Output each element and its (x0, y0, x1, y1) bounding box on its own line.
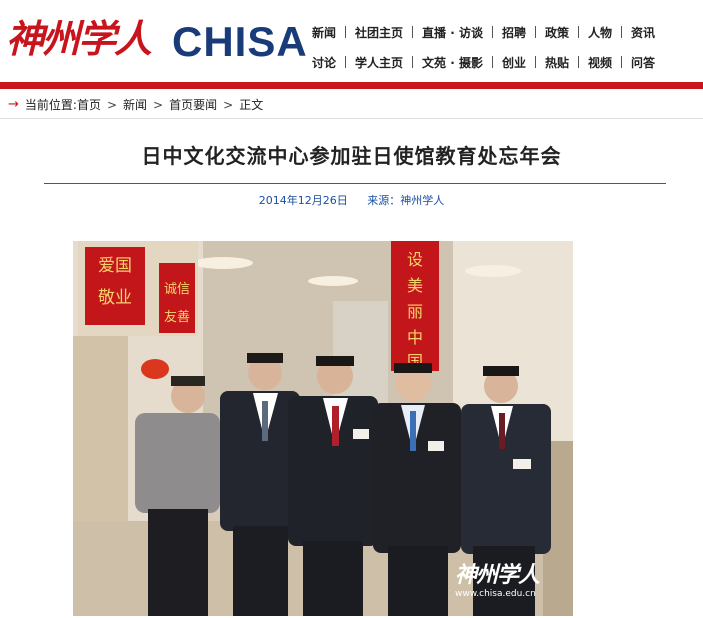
watermark-url: www.chisa.edu.cn (455, 589, 536, 599)
header-red-bar (0, 82, 703, 89)
nav-item-discussion[interactable]: 讨论 (312, 54, 336, 71)
nav-item-people[interactable]: 人物 (588, 24, 612, 41)
watermark-logo: 神州学人 (455, 562, 540, 588)
nav-item-literature-photo[interactable]: 文苑 · 摄影 (422, 54, 483, 71)
banner-text: 爱国 (98, 256, 132, 276)
breadcrumb-home[interactable]: 首页 (77, 96, 101, 113)
chevron-right-icon: > (153, 97, 164, 112)
nav-row-1: 新闻 社团主页 直播 · 访谈 招聘 政策 人物 资讯 (312, 20, 700, 44)
banner-text: 诚信 (164, 282, 190, 297)
photo-watermark: 神州学人 www.chisa.edu.cn (455, 557, 540, 599)
nav-item-startup[interactable]: 创业 (502, 54, 526, 71)
main-nav: 新闻 社团主页 直播 · 访谈 招聘 政策 人物 资讯 讨论 学人主页 文苑 ·… (312, 20, 700, 80)
breadcrumb-current: 正文 (239, 98, 264, 112)
nav-divider (534, 26, 536, 38)
nav-divider (534, 56, 536, 68)
nav-divider (412, 56, 414, 68)
breadcrumb-label: 当前位置: (24, 98, 77, 112)
nav-item-club-home[interactable]: 社团主页 (355, 24, 403, 41)
article-meta: 2014年12月26日 来源：神州学人 (0, 192, 703, 208)
nav-divider (491, 26, 493, 38)
nav-item-info[interactable]: 资讯 (631, 24, 655, 41)
nav-divider (621, 26, 622, 38)
article-date: 2014年12月26日 (258, 194, 348, 207)
breadcrumb: → 当前位置: 首页 > 新闻 > 首页要闻 > 正文 (8, 96, 263, 113)
breadcrumb-headlines[interactable]: 首页要闻 (169, 96, 217, 113)
nav-divider (345, 56, 347, 68)
banner-text: 敬业 (98, 288, 132, 308)
nav-divider (577, 56, 579, 68)
nav-divider (577, 26, 579, 38)
nav-divider (345, 26, 347, 38)
nav-divider (491, 56, 493, 68)
site-logo-chisa[interactable]: CHISA (172, 18, 308, 66)
nav-item-video[interactable]: 视频 (588, 54, 612, 71)
svg-text:美: 美 (407, 276, 423, 295)
article-title: 日中文化交流中心参加驻日使馆教育处忘年会 (141, 144, 562, 168)
nav-divider (621, 56, 622, 68)
nav-row-2: 讨论 学人主页 文苑 · 摄影 创业 热贴 视频 问答 (312, 50, 700, 74)
svg-text:中: 中 (407, 328, 423, 347)
article-source: 来源：神州学人 (367, 194, 445, 207)
chevron-right-icon: > (106, 97, 118, 112)
nav-item-jobs[interactable]: 招聘 (502, 24, 526, 41)
banner-text: 友善 (164, 309, 190, 325)
chevron-right-icon: > (223, 97, 234, 112)
site-header: 神州学人 CHISA 新闻 社团主页 直播 · 访谈 招聘 政策 人物 资讯 讨… (0, 0, 703, 82)
svg-text:丽: 丽 (407, 302, 423, 321)
divider (0, 118, 703, 119)
nav-item-news[interactable]: 新闻 (312, 24, 336, 41)
nav-divider (412, 26, 414, 38)
nav-item-qa[interactable]: 问答 (631, 54, 655, 71)
nav-item-policy[interactable]: 政策 (545, 24, 569, 41)
arrow-right-icon: → (8, 97, 19, 112)
title-divider (44, 183, 666, 184)
nav-item-scholar-home[interactable]: 学人主页 (355, 54, 403, 71)
nav-item-live-interview[interactable]: 直播 · 访谈 (422, 24, 483, 41)
svg-text:设: 设 (407, 250, 423, 269)
breadcrumb-news[interactable]: 新闻 (123, 96, 147, 113)
site-logo-chinese[interactable]: 神州学人 (6, 8, 166, 70)
nav-item-hot-posts[interactable]: 热贴 (545, 54, 569, 71)
